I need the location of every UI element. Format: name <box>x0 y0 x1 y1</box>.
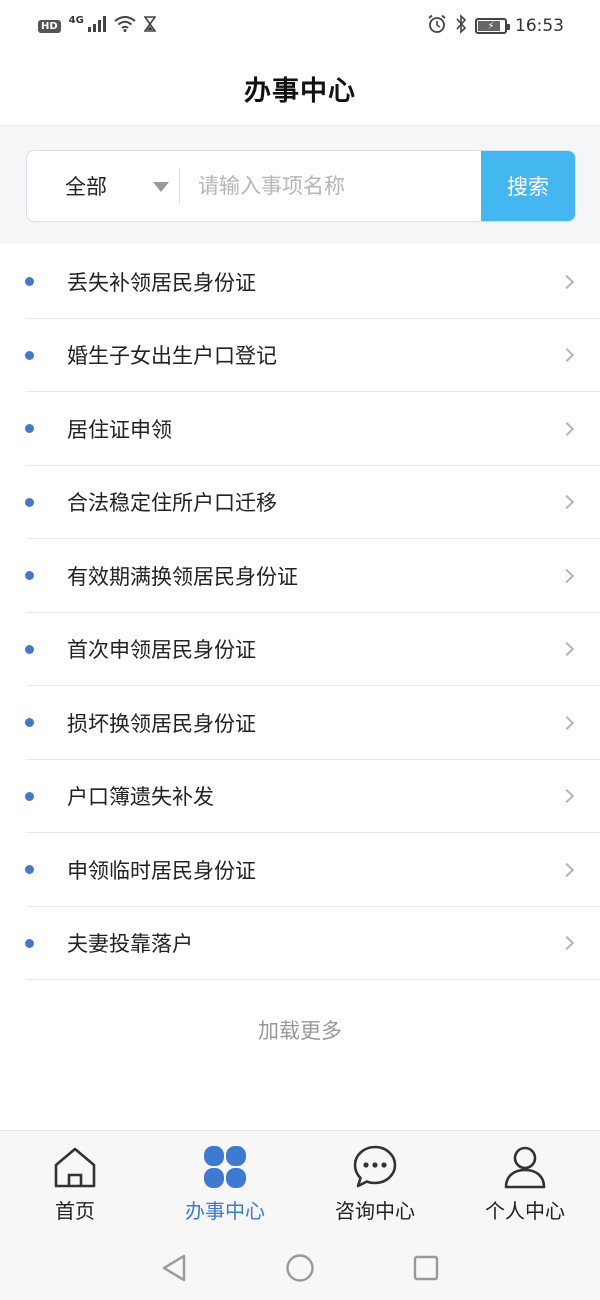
charging-icon: ⚡ <box>487 20 495 32</box>
status-time: 16:53 <box>515 16 564 36</box>
list-item[interactable]: 申领临时居民身份证 <box>0 833 600 907</box>
tab-home[interactable]: 首页 <box>0 1131 150 1236</box>
chevron-right-icon <box>559 421 575 436</box>
recents-square-icon[interactable] <box>406 1248 446 1288</box>
chevron-right-icon <box>559 715 575 730</box>
list-item-label: 婚生子女出生户口登记 <box>67 344 277 369</box>
category-select-value: 全部 <box>65 175 107 199</box>
list-item[interactable]: 损坏换领居民身份证 <box>0 686 600 760</box>
chat-icon <box>351 1143 399 1191</box>
list-item[interactable]: 有效期满换领居民身份证 <box>0 539 600 613</box>
alarm-icon <box>427 14 447 39</box>
search-button[interactable]: 搜索 <box>481 151 575 221</box>
list-item-label: 损坏换领居民身份证 <box>67 711 256 736</box>
tab-label: 办事中心 <box>185 1199 265 1223</box>
list-item[interactable]: 夫妻投靠落户 <box>0 907 600 981</box>
network-type: 4G <box>68 14 84 26</box>
hourglass-icon <box>143 15 157 37</box>
bullet-dot-icon <box>25 424 34 434</box>
back-triangle-icon[interactable] <box>154 1248 194 1288</box>
load-more-area: 加载更多 <box>0 980 600 1080</box>
tab-service-center[interactable]: 办事中心 <box>150 1131 300 1236</box>
list-item[interactable]: 居住证申领 <box>0 392 600 466</box>
chevron-right-icon <box>559 495 575 510</box>
list-item-label: 合法稳定住所户口迁移 <box>67 491 277 516</box>
bullet-dot-icon <box>25 791 34 801</box>
list-item-label: 丢失补领居民身份证 <box>67 270 256 295</box>
tab-label: 首页 <box>55 1199 95 1223</box>
search-area: 全部 搜索 <box>0 126 600 244</box>
bullet-dot-icon <box>25 350 34 360</box>
search-box: 全部 搜索 <box>26 150 576 222</box>
chevron-right-icon <box>559 642 575 657</box>
list-item[interactable]: 户口簿遗失补发 <box>0 760 600 834</box>
chevron-right-icon <box>559 862 575 877</box>
chevron-right-icon <box>559 789 575 804</box>
system-nav-bar <box>0 1236 600 1300</box>
status-right: ⚡ 16:53 <box>427 13 564 39</box>
bullet-dot-icon <box>25 571 34 581</box>
tab-label: 个人中心 <box>485 1199 565 1223</box>
bullet-dot-icon <box>25 865 34 875</box>
list-item-label: 户口簿遗失补发 <box>67 785 214 810</box>
signal-icon <box>87 15 106 37</box>
bullet-dot-icon <box>25 718 34 728</box>
bullet-dot-icon <box>25 938 34 948</box>
tab-label: 咨询中心 <box>335 1199 415 1223</box>
list-item-label: 居住证申领 <box>67 417 172 442</box>
bullet-dot-icon <box>25 497 34 507</box>
category-select[interactable]: 全部 <box>27 151 179 221</box>
clover-icon <box>201 1143 249 1191</box>
list-item[interactable]: 合法稳定住所户口迁移 <box>0 466 600 540</box>
list-item-label: 申领临时居民身份证 <box>67 858 256 883</box>
header: 办事中心 <box>0 52 600 126</box>
bullet-dot-icon <box>25 644 34 654</box>
list-item[interactable]: 丢失补领居民身份证 <box>0 245 600 319</box>
home-circle-icon[interactable] <box>280 1248 320 1288</box>
tab-personal-center[interactable]: 个人中心 <box>450 1131 600 1236</box>
chevron-right-icon <box>559 348 575 363</box>
item-list: 丢失补领居民身份证 婚生子女出生户口登记 居住证申领 合法稳定住所户口迁移 有效… <box>0 245 600 980</box>
person-icon <box>501 1143 549 1191</box>
search-input[interactable] <box>180 151 481 221</box>
hd-badge: HD <box>38 19 61 33</box>
load-more-button[interactable]: 加载更多 <box>258 1015 342 1045</box>
list-item[interactable]: 婚生子女出生户口登记 <box>0 319 600 393</box>
tab-consult-center[interactable]: 咨询中心 <box>300 1131 450 1236</box>
list-item-label: 首次申领居民身份证 <box>67 638 256 663</box>
tab-bar: 首页 办事中心 咨询中心 个人中心 <box>0 1130 600 1236</box>
list-item-label: 有效期满换领居民身份证 <box>67 564 298 589</box>
wifi-icon <box>114 15 136 37</box>
bluetooth-icon <box>455 13 467 39</box>
battery-icon: ⚡ <box>475 18 510 34</box>
caret-down-icon <box>153 182 169 192</box>
page-title: 办事中心 <box>244 76 356 107</box>
list-item[interactable]: 首次申领居民身份证 <box>0 613 600 687</box>
chevron-right-icon <box>559 274 575 289</box>
bullet-dot-icon <box>25 277 34 287</box>
list-item-label: 夫妻投靠落户 <box>67 932 193 957</box>
chevron-right-icon <box>559 936 575 951</box>
chevron-right-icon <box>559 568 575 583</box>
status-bar: HD 4G ⚡ 16:53 <box>0 0 600 52</box>
status-left: HD 4G <box>38 14 157 37</box>
home-icon <box>51 1143 99 1191</box>
